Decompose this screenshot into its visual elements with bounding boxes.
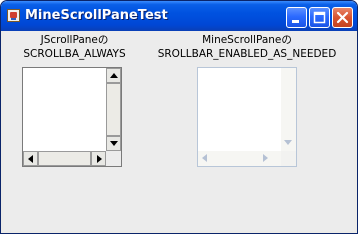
arrow-left-icon [202,154,207,162]
left-pane-label-line1: JScrollPaneの [40,34,109,46]
maximize-button[interactable] [309,7,330,28]
minescrollpane-as-needed[interactable] [197,67,297,167]
arrow-right-icon [97,155,102,163]
minimize-icon [292,20,299,23]
minimize-button[interactable] [286,7,307,28]
left-viewport[interactable] [23,68,106,151]
scroll-right-button-disabled[interactable] [258,151,273,166]
scrollbar-corner [106,151,121,166]
arrow-left-icon [28,155,33,163]
title-bar[interactable]: MineScrollPaneTest [1,1,357,31]
vertical-scroll-thumb[interactable] [106,83,121,136]
app-window: MineScrollPaneTest JScrollPaneの SCROLLBA… [0,0,358,234]
scroll-up-button-disabled[interactable] [281,68,296,83]
right-vertical-scrollbar[interactable] [281,68,296,151]
right-horizontal-scrollbar[interactable] [198,151,281,166]
java-app-icon[interactable] [7,9,20,22]
scroll-down-button-disabled[interactable] [281,136,296,151]
arrow-down-icon [110,141,118,146]
left-horizontal-scrollbar[interactable] [23,151,106,166]
window-title: MineScrollPaneTest [25,8,168,23]
scroll-down-button[interactable] [106,136,121,151]
arrow-right-icon [263,154,268,162]
scroll-right-button[interactable] [91,151,106,166]
maximize-icon [313,11,326,24]
scroll-left-button-disabled[interactable] [198,151,213,166]
scroll-up-button[interactable] [106,68,121,83]
left-vertical-scrollbar[interactable] [106,68,121,151]
right-viewport[interactable] [198,68,281,151]
content-panel: JScrollPaneの SCROLLBA_ALWAYS MineScrollP… [4,31,354,231]
horizontal-scroll-thumb[interactable] [38,151,91,166]
scrollbar-corner [281,151,296,166]
arrow-up-icon [110,73,118,78]
close-icon [336,11,349,24]
scroll-left-button[interactable] [23,151,38,166]
right-pane-label-line1: MineScrollPaneの [202,34,292,46]
jscrollpane-always[interactable] [22,67,122,167]
left-pane-label-line2: SCROLLBA_ALWAYS [23,48,126,60]
right-pane-label-line2: SROLLBAR_ENABLED_AS_NEEDED [157,48,337,60]
arrow-down-icon [284,140,292,145]
close-button[interactable] [332,7,353,28]
